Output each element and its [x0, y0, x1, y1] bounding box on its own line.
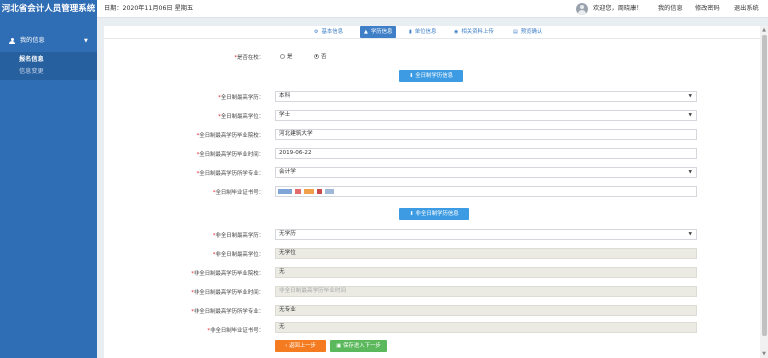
in-school-label: *是否在校：: [234, 55, 264, 61]
building-icon: ▮: [409, 29, 412, 35]
chevron-down-icon: ▼: [84, 38, 88, 44]
parttime-graduation-date-input: 非全日制最高学历毕业时间: [275, 286, 697, 297]
step-tabs: ⚙ 基本信息 ▲ 学历信息 ▮ 单位信息 ◉ 相关资料上传 ▤ 预览确认: [104, 26, 760, 39]
sidebar-submenu: 报名信息 信息变更: [0, 52, 97, 80]
fulltime-certificate-input[interactable]: [275, 186, 697, 197]
field-label: *全日制最高学位：: [218, 114, 264, 120]
field-label: *非全日制最高学位：: [212, 252, 264, 258]
user-icon: [9, 38, 15, 44]
field-label: *非全日制最高学历毕业时间：: [191, 290, 264, 296]
arrow-down-icon: ⬇: [409, 211, 414, 217]
tab-basic-info[interactable]: ⚙ 基本信息: [314, 26, 343, 38]
sidebar-section-label: 我的信息: [20, 37, 45, 44]
save-icon: ▣: [336, 343, 342, 349]
scrollbar[interactable]: ▲ ▼: [760, 26, 768, 358]
date-display: 日期：2020年11月06日 星期五: [104, 5, 194, 12]
field-label: *全日制最高学历毕业时间：: [196, 152, 264, 158]
scroll-down-icon[interactable]: ▼: [760, 350, 768, 358]
document-icon: ▤: [513, 29, 518, 35]
eye-icon: ◉: [454, 29, 459, 35]
avatar: [576, 3, 588, 15]
logout-link[interactable]: 退出系统: [734, 0, 759, 18]
field-label: *非全日制最高学历毕业院校：: [191, 271, 264, 277]
chevron-left-icon: ‹: [285, 343, 288, 349]
field-label: *全日制最高学历所学专业：: [196, 171, 264, 177]
scrollbar-thumb[interactable]: [761, 35, 767, 336]
my-info-link[interactable]: 我的信息: [658, 0, 683, 18]
fulltime-degree-select[interactable]: 本科 ▼: [275, 91, 697, 102]
field-label: *非全日制毕业证书号：: [207, 328, 264, 334]
field-label: *非全日制最高学历所学专业：: [191, 309, 264, 315]
app-title: 河北省会计人员管理系统: [0, 0, 97, 18]
tab-education[interactable]: ▲ 学历信息: [360, 26, 397, 38]
fulltime-major-select[interactable]: 会计学 ▼: [275, 167, 697, 178]
field-label: *全日制最高学历毕业院校：: [196, 133, 264, 139]
welcome-text: 欢迎您，周晓康！: [593, 5, 643, 12]
redacted-certificate-number: [278, 189, 338, 195]
parttime-major-input: 无专业: [275, 305, 697, 316]
prev-step-button[interactable]: ‹ 返回上一步: [275, 340, 326, 352]
in-school-no-radio[interactable]: 否: [314, 53, 326, 61]
field-label: *非全日制最高学历：: [212, 233, 264, 239]
tab-upload[interactable]: ◉ 相关资料上传: [454, 26, 494, 38]
fulltime-graduation-date-input[interactable]: 2019-06-22: [275, 148, 697, 159]
scroll-up-icon[interactable]: ▲: [760, 26, 768, 34]
change-password-link[interactable]: 修改密码: [695, 0, 720, 18]
parttime-academic-degree-input: 无学位: [275, 248, 697, 259]
field-label: *全日制最高学历：: [218, 95, 264, 101]
fulltime-school-input[interactable]: 河北建筑大学: [275, 129, 697, 140]
chevron-down-icon: ▼: [688, 94, 692, 99]
sidebar: 我的信息 ▼ 报名信息 信息变更: [0, 18, 97, 358]
main-content: ⚙ 基本信息 ▲ 学历信息 ▮ 单位信息 ◉ 相关资料上传 ▤ 预览确认 *是否在校： 是…: [104, 26, 760, 358]
tab-preview[interactable]: ▤ 预览确认: [513, 26, 542, 38]
gear-icon: ⚙: [314, 29, 319, 35]
parttime-degree-select[interactable]: 无学历 ▼: [275, 229, 697, 240]
top-bar: 河北省会计人员管理系统 日期：2020年11月06日 星期五 欢迎您，周晓康！ …: [0, 0, 768, 18]
sidebar-section-my-info[interactable]: 我的信息 ▼: [0, 34, 97, 48]
mortarboard-icon: ▲: [364, 29, 368, 35]
chevron-down-icon: ▼: [688, 232, 692, 237]
field-label: *全日制毕业证书号：: [212, 190, 264, 196]
fulltime-academic-degree-select[interactable]: 学士 ▼: [275, 110, 697, 121]
in-school-yes-radio[interactable]: 是: [280, 53, 292, 61]
parttime-school-input: 无: [275, 267, 697, 278]
parttime-certificate-input: 无: [275, 322, 697, 333]
chevron-down-icon: ▼: [688, 170, 692, 175]
sidebar-item-registration[interactable]: 报名信息: [0, 54, 97, 66]
sidebar-item-info-change[interactable]: 信息变更: [0, 66, 97, 78]
arrow-down-icon: ⬇: [409, 73, 414, 79]
tab-employer-info[interactable]: ▮ 单位信息: [409, 26, 436, 38]
fulltime-section-button[interactable]: ⬇ 全日制学历信息: [399, 70, 463, 82]
parttime-section-button[interactable]: ⬇ 非全日制学历信息: [399, 208, 469, 220]
save-next-button[interactable]: ▣ 保存进入下一步: [330, 340, 387, 352]
chevron-down-icon: ▼: [688, 113, 692, 118]
